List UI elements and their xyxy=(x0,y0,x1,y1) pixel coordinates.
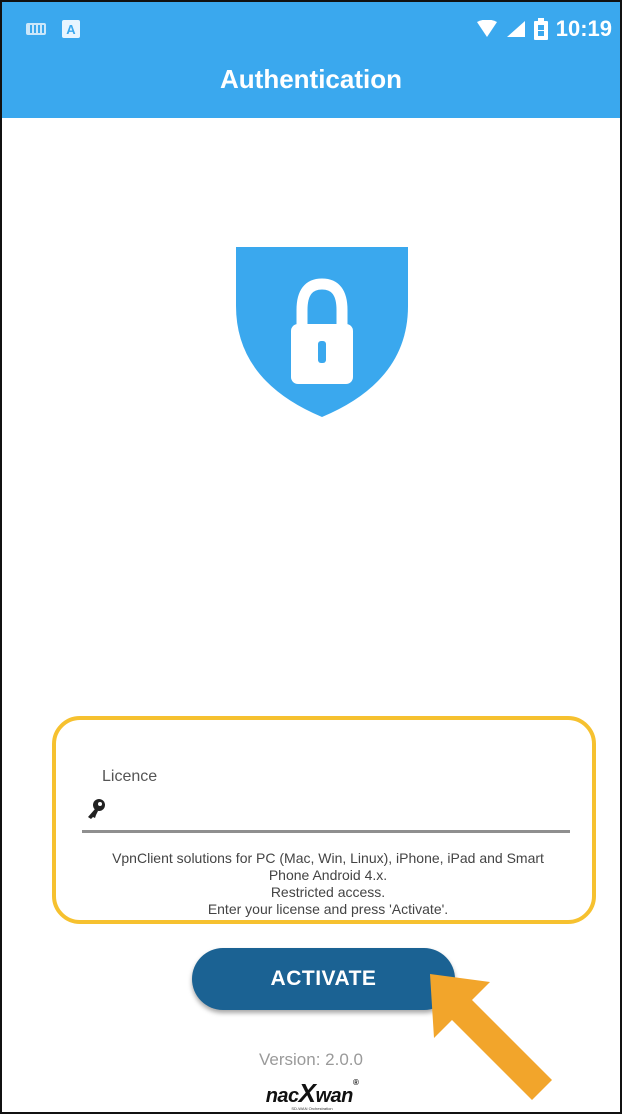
arrow-icon xyxy=(430,974,552,1100)
status-bar: A 10:19 xyxy=(2,2,620,58)
info-line: Enter your license and press 'Activate'. xyxy=(207,901,449,917)
a-app-icon: A xyxy=(62,20,80,38)
app-bar: A 10:19 Authentication xyxy=(2,2,620,118)
signal-icon xyxy=(506,21,525,37)
key-icon xyxy=(88,799,105,819)
status-right-icons: 10:19 xyxy=(476,16,612,42)
logo-text: nacXwan® xyxy=(265,1078,359,1108)
status-left-icons: A xyxy=(26,20,80,38)
info-line: Phone Android 4.x. xyxy=(268,867,388,883)
license-card: Licence VpnClient solutions for PC (Mac,… xyxy=(52,716,596,924)
keyboard-icon xyxy=(26,23,46,35)
licence-label: Licence xyxy=(102,768,158,785)
shield-lock-icon xyxy=(235,246,409,418)
app-screen: A 10:19 Authentication Licence VpnClient… xyxy=(0,0,622,1114)
status-time: 10:19 xyxy=(555,16,612,41)
activate-button[interactable]: ACTIVATE xyxy=(192,948,455,1010)
licence-field xyxy=(82,792,570,833)
page-title: Authentication xyxy=(220,64,402,94)
licence-input[interactable] xyxy=(118,796,562,826)
battery-icon xyxy=(533,18,548,40)
info-line: Restricted access. xyxy=(270,884,386,900)
wifi-icon xyxy=(476,20,497,37)
nacxwan-logo: nacXwan® SD-WAN Orchestration xyxy=(262,1078,362,1111)
info-text: VpnClient solutions for PC (Mac, Win, Li… xyxy=(74,850,582,918)
info-line: VpnClient solutions for PC (Mac, Win, Li… xyxy=(112,850,544,866)
